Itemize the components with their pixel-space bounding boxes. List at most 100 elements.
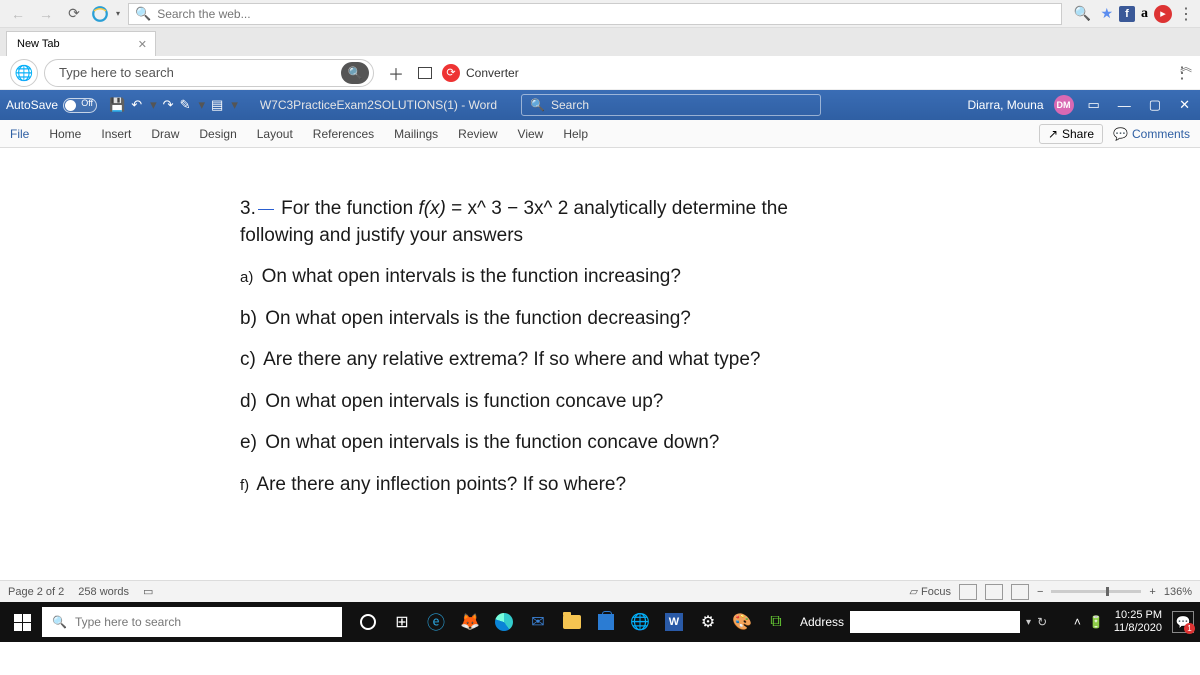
zoom-out-icon[interactable]: − (1037, 586, 1043, 598)
print-layout-icon[interactable] (985, 584, 1003, 600)
share-button[interactable]: ↗ Share (1039, 124, 1103, 144)
close-button[interactable]: ✕ (1175, 97, 1194, 113)
globe-icon[interactable]: 🌐 (10, 59, 38, 87)
minimize-button[interactable]: ― (1114, 98, 1135, 113)
quick-access-toolbar: 💾 ↶ ▾ ↷ ✎ ▾ ▤ ▾ (109, 97, 238, 113)
tray-chevron-icon[interactable]: ˄ (1074, 615, 1081, 629)
back-button[interactable]: ← (6, 3, 30, 25)
autosave-toggle[interactable]: Off (63, 98, 97, 113)
battery-icon[interactable]: 🔋 (1089, 615, 1104, 629)
tab-mailings[interactable]: Mailings (394, 127, 438, 141)
taskbar-search-placeholder: Type here to search (75, 615, 181, 629)
edge-icon[interactable] (488, 606, 520, 638)
reload-button[interactable]: ⟳ (62, 3, 86, 25)
qa-extra-icon[interactable]: ▤ (211, 97, 223, 113)
acer-icon[interactable]: ⧉ (760, 606, 792, 638)
document-page: 3. For the function f(x) = x^ 3 − 3x^ 2 … (220, 148, 980, 580)
address-refresh-icon[interactable]: ↻ (1037, 615, 1047, 629)
firefox-icon[interactable]: 🦊 (454, 606, 486, 638)
ext-search[interactable]: Type here to search 🔍 (44, 59, 374, 87)
ie-dropdown[interactable]: ▾ (116, 9, 120, 18)
taskbar-search[interactable]: 🔍 Type here to search (42, 607, 342, 637)
converter-icon: ⟳ (442, 64, 460, 82)
new-tab-plus-icon[interactable]: ＋ (380, 61, 412, 85)
web-layout-icon[interactable] (1011, 584, 1029, 600)
tab-draw[interactable]: Draw (151, 127, 179, 141)
facebook-icon[interactable]: f (1119, 6, 1135, 22)
ie-taskbar-icon[interactable]: ⓔ (420, 606, 452, 638)
ribbon-display-icon[interactable]: ▭ (1084, 97, 1104, 113)
browser-menu-icon[interactable]: ⋮ (1178, 4, 1194, 24)
notifications-icon[interactable]: 💬1 (1172, 611, 1194, 633)
taskbar-apps: ⊞ ⓔ 🦊 ✉ 🌐 W ⚙ 🎨 ⧉ (352, 606, 792, 638)
amazon-icon[interactable]: a (1141, 6, 1148, 22)
browser-toolbar: ← → ⟳ ▾ 🔍 🔍 ★ f a ▸ ⋮ (0, 0, 1200, 28)
close-tab-icon[interactable]: ✕ (138, 38, 147, 51)
tab-file[interactable]: File (10, 127, 29, 141)
file-explorer-icon[interactable] (556, 606, 588, 638)
ext-search-button[interactable]: 🔍 (341, 62, 369, 84)
browser-tab-strip: New Tab ✕ (0, 28, 1200, 56)
window-icon[interactable] (418, 67, 432, 79)
focus-mode[interactable]: ▱ Focus (910, 585, 951, 598)
question-heading: 3. For the function f(x) = x^ 3 − 3x^ 2 … (240, 196, 950, 249)
customize-icon[interactable]: ✎ (180, 97, 191, 113)
address-input[interactable] (157, 7, 1055, 21)
word-search[interactable]: 🔍 Search (521, 94, 821, 116)
tab-layout[interactable]: Layout (257, 127, 293, 141)
comment-icon: 💬 (1113, 127, 1128, 141)
tab-home[interactable]: Home (49, 127, 81, 141)
page-indicator[interactable]: Page 2 of 2 (8, 586, 64, 598)
tab-references[interactable]: References (313, 127, 374, 141)
customize-dropdown[interactable]: ▾ (198, 97, 205, 113)
favorite-star-icon[interactable]: ★ (1100, 5, 1113, 22)
maximize-button[interactable]: ▢ (1145, 97, 1165, 113)
tab-view[interactable]: View (518, 127, 544, 141)
search-right-icon[interactable]: 🔍 (1070, 3, 1094, 25)
word-count[interactable]: 258 words (78, 586, 129, 598)
store-icon[interactable] (590, 606, 622, 638)
taskbar-clock[interactable]: 10:25 PM 11/8/2020 (1110, 609, 1166, 634)
question-e: e) On what open intervals is the functio… (240, 429, 950, 457)
extension-icon[interactable]: ▸ (1154, 5, 1172, 23)
word-search-placeholder: Search (551, 98, 589, 112)
zoom-level[interactable]: 136% (1164, 586, 1192, 598)
address-bar[interactable]: 🔍 (128, 3, 1062, 25)
start-button[interactable] (6, 606, 38, 638)
cortana-icon[interactable] (352, 606, 384, 638)
qat-overflow[interactable]: ▾ (231, 97, 238, 113)
comments-button[interactable]: 💬 Comments (1113, 124, 1190, 144)
task-view-icon[interactable]: ⊞ (386, 606, 418, 638)
browser-tab[interactable]: New Tab ✕ (6, 31, 156, 56)
read-mode-icon[interactable] (959, 584, 977, 600)
document-canvas[interactable]: 3. For the function f(x) = x^ 3 − 3x^ 2 … (0, 148, 1200, 580)
forward-button[interactable]: → (34, 3, 58, 25)
paint-icon[interactable]: 🎨 (726, 606, 758, 638)
ribbon-tabs: File Home Insert Draw Design Layout Refe… (0, 120, 1200, 148)
save-icon[interactable]: 💾 (109, 97, 125, 113)
zoom-slider[interactable] (1051, 590, 1141, 593)
user-avatar[interactable]: DM (1054, 95, 1074, 115)
tab-design[interactable]: Design (199, 127, 236, 141)
tab-help[interactable]: Help (563, 127, 588, 141)
proofing-icon[interactable]: ▭ (143, 585, 153, 598)
windows-taskbar: 🔍 Type here to search ⊞ ⓔ 🦊 ✉ 🌐 W ⚙ 🎨 ⧉ … (0, 602, 1200, 642)
address-dropdown-icon[interactable]: ▾ (1026, 617, 1031, 628)
converter-button[interactable]: ⟳ Converter (438, 64, 523, 82)
zoom-in-icon[interactable]: + (1149, 586, 1155, 598)
user-name: Diarra, Mouna (967, 98, 1043, 112)
tab-insert[interactable]: Insert (101, 127, 131, 141)
notif-badge: 1 (1184, 623, 1195, 634)
address-label: Address (800, 615, 844, 629)
settings-icon[interactable]: ⚙ (692, 606, 724, 638)
redo-icon[interactable]: ↷ (163, 97, 174, 113)
scroll-chevrons-icon[interactable]: ︽ (1180, 58, 1192, 75)
browser-globe-icon[interactable]: 🌐 (624, 606, 656, 638)
undo-dropdown[interactable]: ▾ (150, 97, 157, 113)
ie-icon (90, 4, 110, 24)
mail-icon[interactable]: ✉ (522, 606, 554, 638)
word-taskbar-icon[interactable]: W (658, 606, 690, 638)
undo-icon[interactable]: ↶ (131, 97, 142, 113)
tab-review[interactable]: Review (458, 127, 497, 141)
address-field[interactable] (850, 611, 1020, 633)
